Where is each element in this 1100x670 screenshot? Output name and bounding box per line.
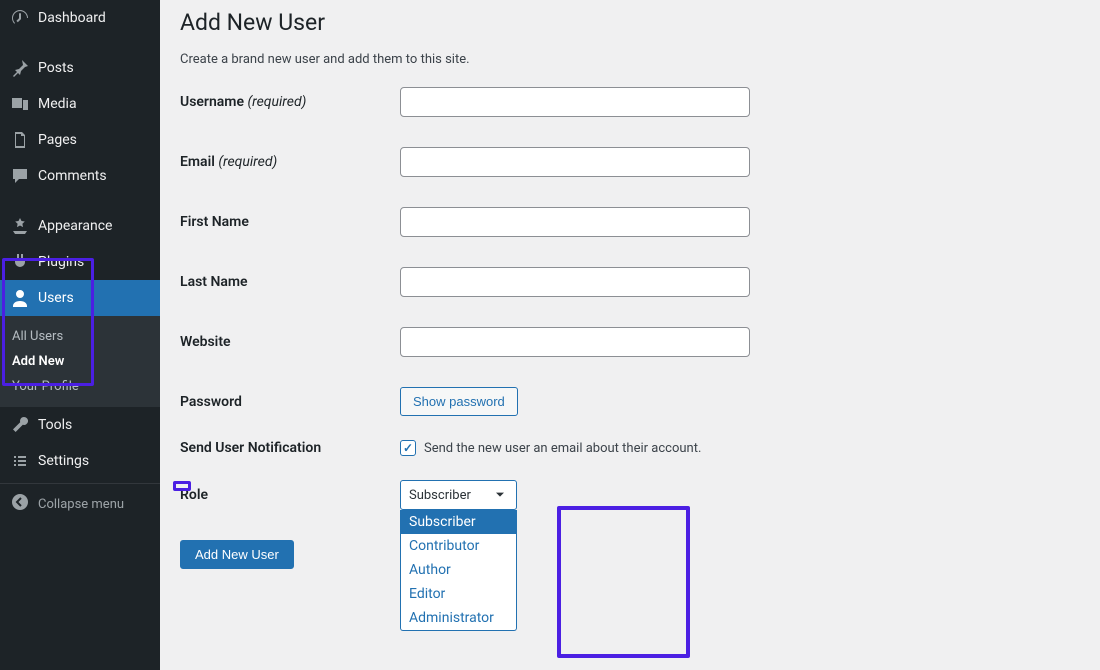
notify-checkbox[interactable]: ✓ xyxy=(400,440,416,456)
pages-icon xyxy=(10,130,30,150)
sidebar-item-users[interactable]: Users xyxy=(0,280,160,316)
appearance-icon xyxy=(10,216,30,236)
collapse-icon xyxy=(10,492,30,516)
role-select-display[interactable]: Subscriber xyxy=(400,480,517,510)
collapse-label: Collapse menu xyxy=(38,497,124,512)
notify-checkbox-label: Send the new user an email about their a… xyxy=(424,441,701,456)
show-password-button[interactable]: Show password xyxy=(400,387,518,416)
notify-checkbox-wrap: ✓ Send the new user an email about their… xyxy=(400,440,701,456)
sidebar-item-label: Dashboard xyxy=(38,10,106,26)
sidebar-item-posts[interactable]: Posts xyxy=(0,50,160,86)
sidebar-item-label: Comments xyxy=(38,168,107,184)
sidebar-item-dashboard[interactable]: Dashboard xyxy=(0,0,160,36)
role-label: Role xyxy=(180,487,400,503)
dashboard-icon xyxy=(10,8,30,28)
page-title: Add New User xyxy=(180,0,1080,40)
role-option-editor[interactable]: Editor xyxy=(401,582,516,606)
role-select[interactable]: Subscriber Subscriber Contributor Author… xyxy=(400,480,517,510)
sidebar-item-comments[interactable]: Comments xyxy=(0,158,160,194)
sidebar-submenu-users: All Users Add New Your Profile xyxy=(0,316,160,407)
tools-icon xyxy=(10,415,30,435)
username-label: Username (required) xyxy=(180,94,400,110)
chevron-down-icon xyxy=(492,487,508,503)
email-input[interactable] xyxy=(400,147,750,177)
sidebar-item-label: Appearance xyxy=(38,218,112,234)
submenu-item-your-profile[interactable]: Your Profile xyxy=(0,374,160,399)
settings-icon xyxy=(10,451,30,471)
collapse-menu-button[interactable]: Collapse menu xyxy=(0,483,160,524)
website-input[interactable] xyxy=(400,327,750,357)
submenu-item-add-new[interactable]: Add New xyxy=(0,349,160,374)
firstname-input[interactable] xyxy=(400,207,750,237)
sidebar-item-appearance[interactable]: Appearance xyxy=(0,208,160,244)
annotation-dropdown-highlight xyxy=(557,506,690,658)
firstname-label: First Name xyxy=(180,214,400,230)
sidebar-item-tools[interactable]: Tools xyxy=(0,407,160,443)
lastname-input[interactable] xyxy=(400,267,750,297)
sidebar-item-label: Plugins xyxy=(38,254,84,270)
website-label: Website xyxy=(180,334,400,350)
media-icon xyxy=(10,94,30,114)
sidebar-item-label: Settings xyxy=(38,453,89,469)
role-option-contributor[interactable]: Contributor xyxy=(401,534,516,558)
sidebar-item-media[interactable]: Media xyxy=(0,86,160,122)
sidebar-item-label: Posts xyxy=(38,60,74,76)
sidebar-item-label: Tools xyxy=(38,417,72,433)
main-content: Add New User Create a brand new user and… xyxy=(160,0,1100,670)
comments-icon xyxy=(10,166,30,186)
sidebar-item-pages[interactable]: Pages xyxy=(0,122,160,158)
sidebar-item-label: Pages xyxy=(38,132,77,148)
sidebar-item-label: Users xyxy=(38,290,74,306)
role-option-author[interactable]: Author xyxy=(401,558,516,582)
username-input[interactable] xyxy=(400,87,750,117)
sidebar-item-label: Media xyxy=(38,96,77,112)
add-new-user-button[interactable]: Add New User xyxy=(180,540,294,569)
submenu-item-all-users[interactable]: All Users xyxy=(0,324,160,349)
lastname-label: Last Name xyxy=(180,274,400,290)
page-description: Create a brand new user and add them to … xyxy=(180,52,1080,67)
email-label: Email (required) xyxy=(180,154,400,170)
users-icon xyxy=(10,288,30,308)
notify-label: Send User Notification xyxy=(180,440,400,456)
sidebar-item-plugins[interactable]: Plugins xyxy=(0,244,160,280)
role-dropdown: Subscriber Contributor Author Editor Adm… xyxy=(400,510,517,631)
pin-icon xyxy=(10,58,30,78)
sidebar-item-settings[interactable]: Settings xyxy=(0,443,160,479)
admin-sidebar: Dashboard Posts Media Pages Comments App… xyxy=(0,0,160,670)
password-label: Password xyxy=(180,394,400,410)
role-option-administrator[interactable]: Administrator xyxy=(401,606,516,630)
role-option-subscriber[interactable]: Subscriber xyxy=(401,510,516,534)
plugins-icon xyxy=(10,252,30,272)
